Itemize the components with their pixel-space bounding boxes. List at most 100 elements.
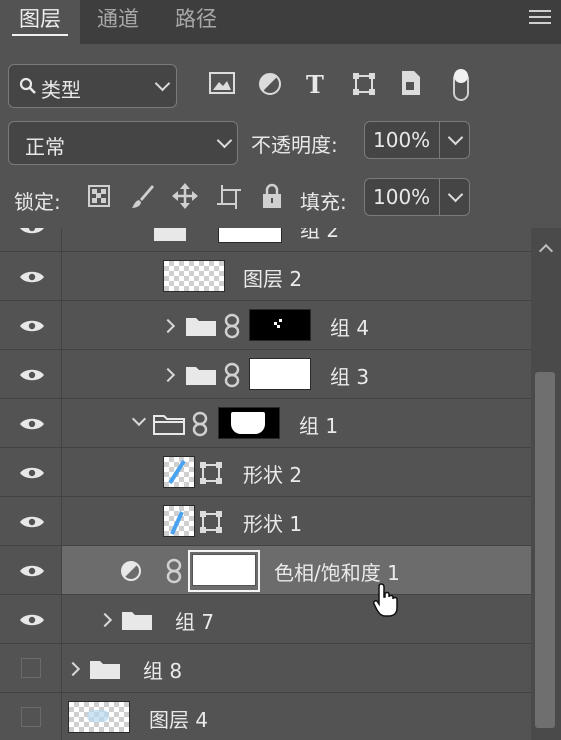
layer-name[interactable]: 组 8 bbox=[143, 655, 182, 684]
layer-row[interactable]: 组 2 bbox=[0, 228, 531, 252]
lock-all-icon[interactable] bbox=[262, 183, 282, 209]
visibility-toggle[interactable] bbox=[0, 252, 62, 301]
tab-channels[interactable]: 通道 bbox=[80, 0, 156, 44]
layer-name[interactable]: 组 3 bbox=[330, 361, 369, 390]
eye-icon[interactable] bbox=[19, 416, 45, 432]
lock-image-pixels-icon[interactable] bbox=[130, 183, 154, 209]
folder-icon bbox=[186, 367, 216, 385]
visibility-toggle[interactable] bbox=[0, 644, 62, 693]
layer-row[interactable]: 形状 1 bbox=[0, 497, 531, 546]
link-icon[interactable] bbox=[224, 313, 240, 339]
layer-row[interactable]: 形状 2 bbox=[0, 448, 531, 497]
chevron-down-icon[interactable] bbox=[131, 411, 147, 427]
chevron-right-icon[interactable] bbox=[160, 367, 176, 383]
eye-icon[interactable] bbox=[19, 612, 45, 628]
layer-mask-thumbnail[interactable] bbox=[218, 228, 282, 243]
visibility-toggle[interactable] bbox=[0, 497, 62, 546]
panel-menu-icon[interactable] bbox=[529, 10, 551, 28]
chevron-right-icon[interactable] bbox=[65, 661, 81, 677]
folder-open-icon bbox=[153, 415, 185, 435]
layer-name[interactable]: 组 1 bbox=[299, 410, 338, 439]
adjustment-filter-icon[interactable] bbox=[258, 72, 282, 96]
layer-row[interactable]: 组 7 bbox=[0, 595, 531, 644]
opacity-value[interactable]: 100% bbox=[373, 128, 430, 152]
layer-row[interactable]: 组 1 bbox=[0, 399, 531, 448]
link-icon[interactable] bbox=[192, 411, 208, 437]
link-icon[interactable] bbox=[224, 362, 240, 388]
eye-icon[interactable] bbox=[19, 269, 45, 285]
visibility-off-box[interactable] bbox=[21, 707, 41, 727]
link-icon[interactable] bbox=[166, 558, 182, 584]
image-filter-icon[interactable] bbox=[209, 72, 235, 94]
chevron-down-icon[interactable] bbox=[447, 186, 464, 203]
chevron-down-icon[interactable] bbox=[447, 129, 464, 146]
layer-mask-thumbnail[interactable] bbox=[192, 554, 256, 586]
visibility-toggle[interactable] bbox=[0, 595, 62, 644]
visibility-toggle[interactable] bbox=[0, 228, 62, 252]
visibility-off-box[interactable] bbox=[21, 658, 41, 678]
layer-name[interactable]: 图层 4 bbox=[149, 704, 208, 733]
eye-icon[interactable] bbox=[19, 367, 45, 383]
vector-mask-icon[interactable] bbox=[199, 461, 223, 485]
layer-name[interactable]: 组 2 bbox=[300, 228, 339, 243]
eye-icon[interactable] bbox=[19, 514, 45, 530]
type-filter-icon[interactable]: T bbox=[306, 70, 324, 99]
panel-tab-bar: 图层 通道 路径 bbox=[0, 0, 561, 44]
layer-name[interactable]: 组 4 bbox=[330, 312, 369, 341]
layer-name[interactable]: 组 7 bbox=[175, 606, 214, 635]
visibility-toggle[interactable] bbox=[0, 399, 62, 448]
adjustment-layer-icon bbox=[121, 561, 141, 581]
lock-position-icon[interactable] bbox=[172, 183, 198, 209]
fill-label: 填充: bbox=[300, 190, 347, 214]
folder-icon bbox=[90, 661, 120, 679]
filter-kind-label: 类型 bbox=[41, 78, 81, 102]
visibility-toggle[interactable] bbox=[0, 448, 62, 497]
layer-name[interactable]: 图层 2 bbox=[243, 263, 302, 292]
layer-thumbnail[interactable] bbox=[68, 701, 130, 733]
visibility-toggle[interactable] bbox=[0, 693, 62, 740]
blend-mode-select[interactable]: 正常 bbox=[8, 121, 238, 165]
layer-row[interactable]: 组 3 bbox=[0, 350, 531, 399]
layer-thumbnail[interactable] bbox=[163, 505, 195, 537]
layer-mask-thumbnail[interactable] bbox=[249, 358, 311, 390]
fill-value[interactable]: 100% bbox=[373, 185, 430, 209]
layer-row[interactable]: 组 8 bbox=[0, 644, 531, 693]
tab-paths[interactable]: 路径 bbox=[156, 0, 236, 44]
tab-layers[interactable]: 图层 bbox=[0, 0, 80, 44]
layer-name[interactable]: 形状 1 bbox=[243, 508, 302, 537]
eye-icon[interactable] bbox=[19, 318, 45, 334]
opacity-field[interactable]: 100% bbox=[364, 121, 470, 159]
lock-artboard-icon[interactable] bbox=[216, 184, 242, 210]
layer-thumbnail[interactable] bbox=[163, 260, 225, 292]
eye-icon[interactable] bbox=[19, 228, 45, 236]
layer-mask-thumbnail[interactable] bbox=[249, 309, 311, 341]
filter-toggle-icon[interactable] bbox=[451, 66, 471, 102]
chevron-right-icon[interactable] bbox=[97, 612, 113, 628]
layers-list[interactable]: 组 2 图层 2 组 4 组 3 组 1 形状 2 形状 1 色相/饱和度 1 … bbox=[0, 228, 531, 740]
folder-icon bbox=[122, 612, 152, 630]
layer-row[interactable]: 色相/饱和度 1 bbox=[0, 546, 531, 617]
eye-icon[interactable] bbox=[19, 563, 45, 579]
layer-row[interactable]: 图层 4 bbox=[0, 693, 531, 740]
layer-row[interactable]: 图层 2 bbox=[0, 252, 531, 301]
lock-transparent-pixels-icon[interactable] bbox=[88, 185, 110, 207]
scrollbar-thumb[interactable] bbox=[535, 372, 555, 728]
layer-mask-thumbnail[interactable] bbox=[218, 407, 280, 439]
layer-row[interactable]: 组 4 bbox=[0, 301, 531, 350]
layer-name[interactable]: 形状 2 bbox=[243, 459, 302, 488]
vector-mask-icon[interactable] bbox=[199, 510, 223, 534]
visibility-toggle[interactable] bbox=[0, 301, 62, 350]
visibility-toggle[interactable] bbox=[0, 350, 62, 399]
shape-filter-icon[interactable] bbox=[352, 72, 376, 96]
eye-icon[interactable] bbox=[19, 465, 45, 481]
filter-kind-select[interactable]: 类型 bbox=[8, 64, 177, 108]
fill-field[interactable]: 100% bbox=[364, 178, 470, 216]
visibility-toggle[interactable] bbox=[0, 546, 62, 595]
chevron-right-icon[interactable] bbox=[160, 318, 176, 334]
folder-icon bbox=[186, 318, 216, 336]
smart-object-filter-icon[interactable] bbox=[400, 70, 422, 96]
lock-label: 锁定: bbox=[14, 190, 61, 214]
blend-mode-value: 正常 bbox=[25, 135, 65, 159]
layer-thumbnail[interactable] bbox=[163, 456, 195, 488]
chevron-down-icon bbox=[216, 132, 233, 149]
